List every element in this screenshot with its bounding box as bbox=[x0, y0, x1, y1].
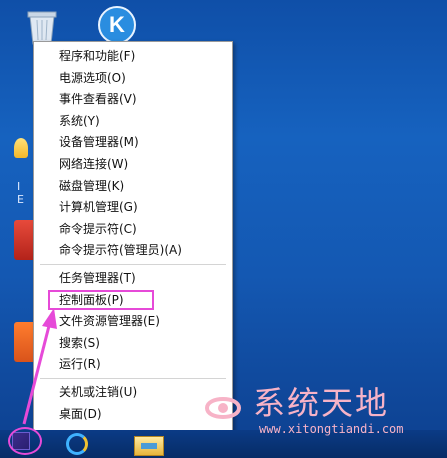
file-explorer-icon[interactable] bbox=[134, 436, 164, 456]
menu-item-disk-management[interactable]: 磁盘管理(K) bbox=[34, 176, 232, 198]
menu-item-system[interactable]: 系统(Y) bbox=[34, 111, 232, 133]
menu-item-device-manager[interactable]: 设备管理器(M) bbox=[34, 132, 232, 154]
menu-item-command-prompt-admin[interactable]: 命令提示符(管理员)(A) bbox=[34, 240, 232, 262]
start-button-highlight-annotation bbox=[8, 427, 42, 455]
menu-item-event-viewer[interactable]: 事件查看器(V) bbox=[34, 89, 232, 111]
menu-item-run[interactable]: 运行(R) bbox=[34, 354, 232, 376]
menu-item-search[interactable]: 搜索(S) bbox=[34, 333, 232, 355]
menu-item-task-manager[interactable]: 任务管理器(T) bbox=[34, 268, 232, 290]
folder-icon[interactable] bbox=[14, 138, 28, 158]
menu-separator bbox=[40, 263, 226, 265]
menu-item-network-connections[interactable]: 网络连接(W) bbox=[34, 154, 232, 176]
desktop: K I E 程序和功能(F) 电源选项(O) 事件查看器(V) 系统(Y) 设备… bbox=[0, 0, 447, 458]
menu-item-control-panel[interactable]: 控制面板(P) bbox=[34, 289, 232, 312]
watermark-logo-icon bbox=[204, 397, 242, 419]
internet-explorer-icon[interactable] bbox=[66, 433, 88, 455]
desktop-icon-caption: I E bbox=[17, 180, 24, 206]
watermark-url: www.xitongtiandi.com bbox=[259, 422, 404, 436]
watermark: 系统天地 www.xitongtiandi.com bbox=[193, 378, 443, 438]
menu-item-computer-management[interactable]: 计算机管理(G) bbox=[34, 197, 232, 219]
menu-item-command-prompt[interactable]: 命令提示符(C) bbox=[34, 219, 232, 241]
menu-item-file-explorer[interactable]: 文件资源管理器(E) bbox=[34, 311, 232, 333]
watermark-title: 系统天地 bbox=[253, 384, 390, 422]
menu-item-programs-features[interactable]: 程序和功能(F) bbox=[34, 46, 232, 68]
start-context-menu: 程序和功能(F) 电源选项(O) 事件查看器(V) 系统(Y) 设备管理器(M)… bbox=[33, 41, 233, 434]
menu-item-power-options[interactable]: 电源选项(O) bbox=[34, 68, 232, 90]
k-app-icon[interactable]: K bbox=[98, 6, 136, 44]
